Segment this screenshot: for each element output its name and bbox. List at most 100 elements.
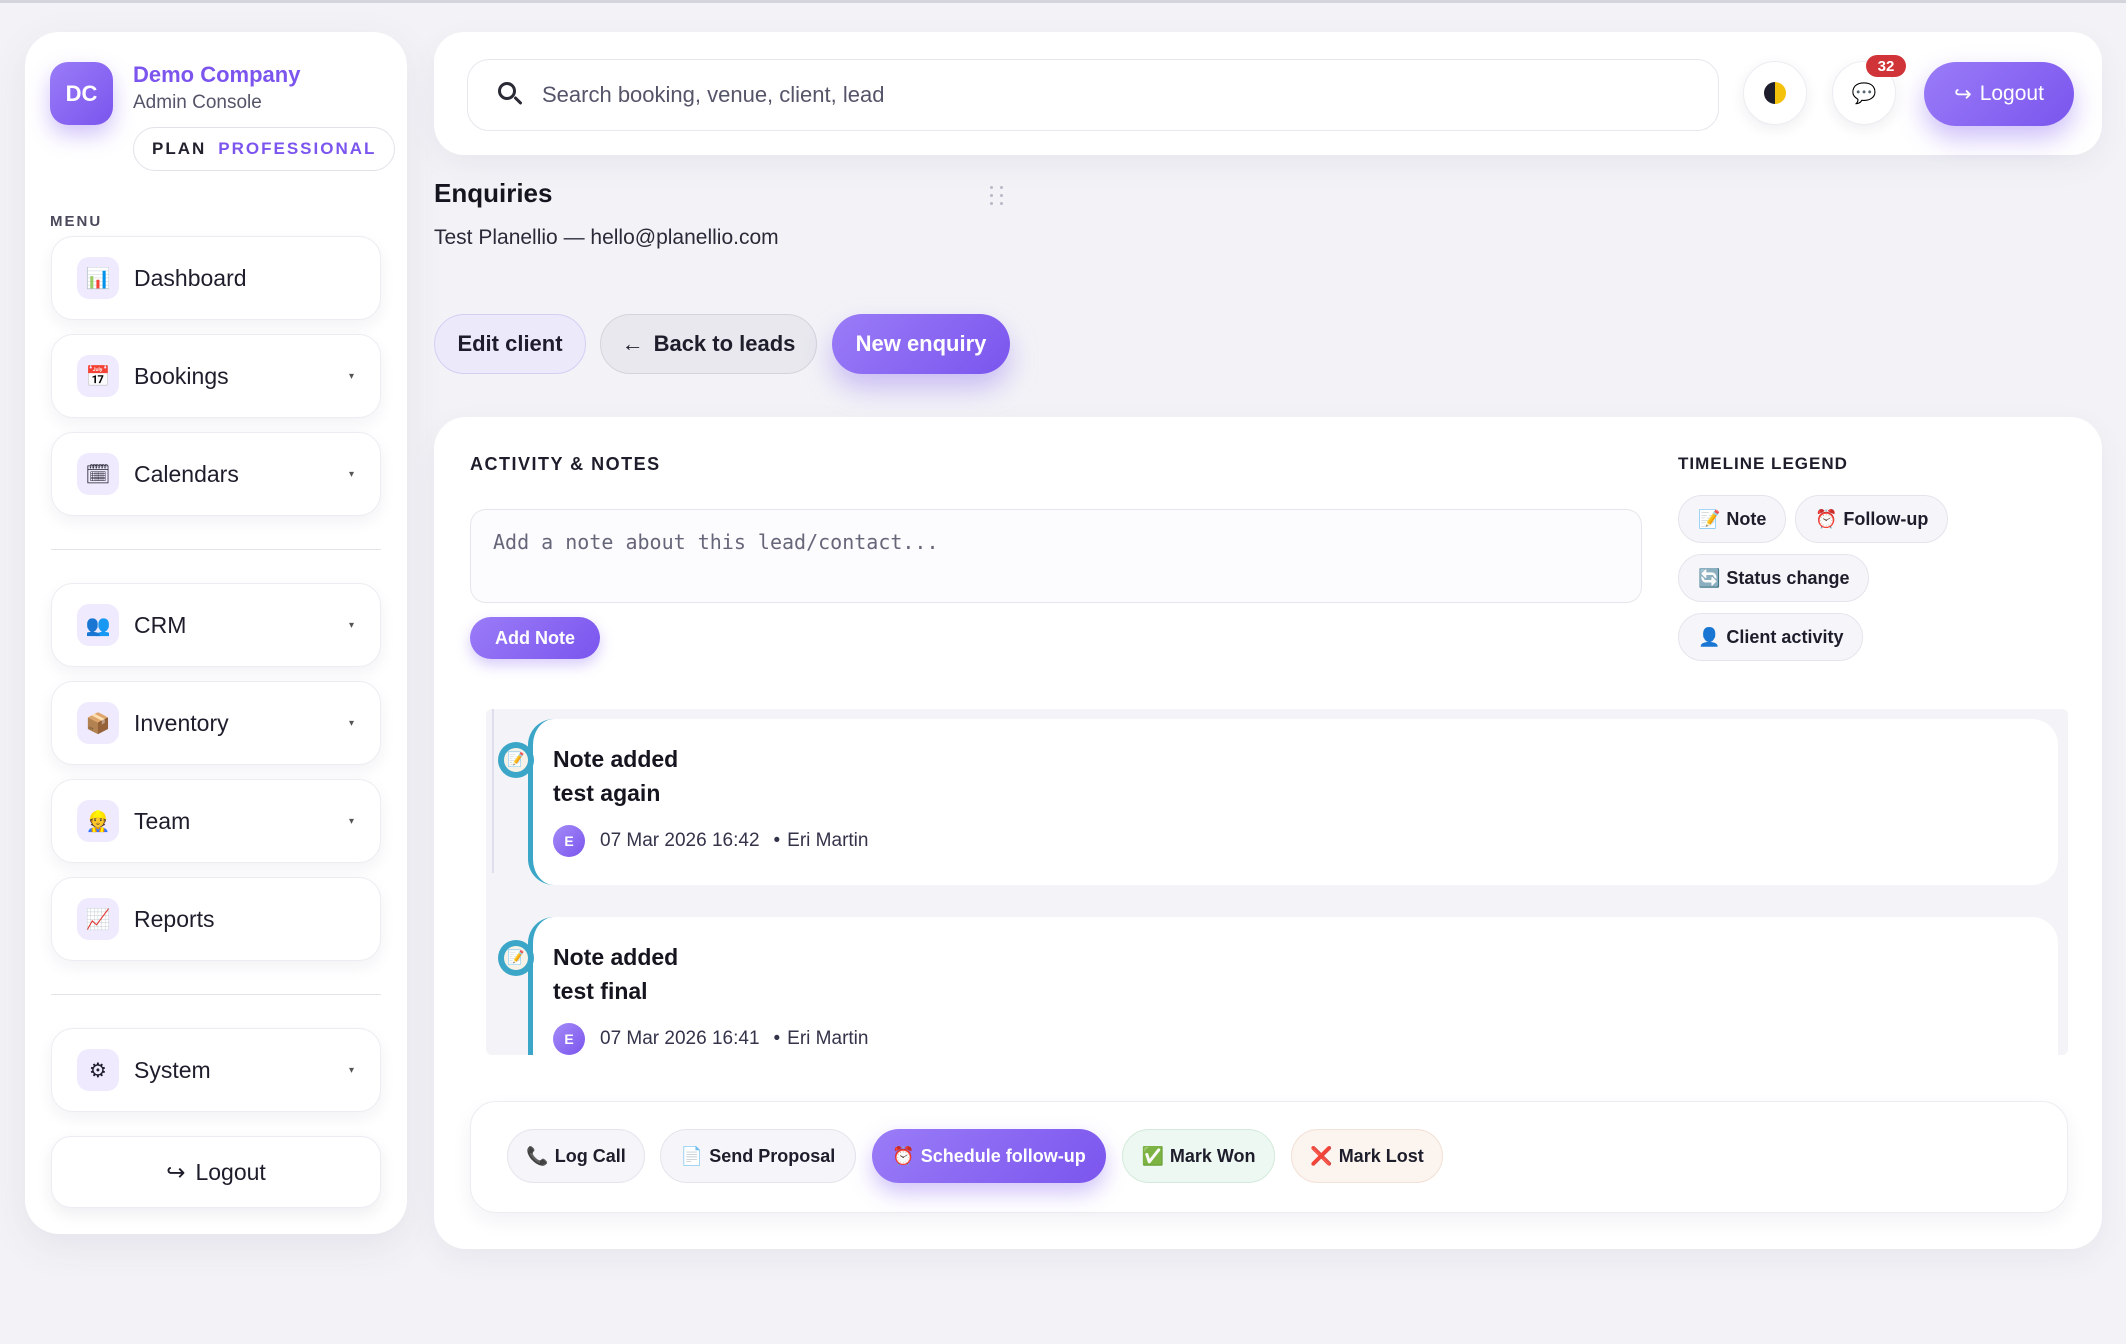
meta-separator: • bbox=[773, 1028, 781, 1049]
timeline-entry: Note added test final E 07 Mar 2026 16:4… bbox=[528, 917, 2058, 1055]
avatar: E bbox=[553, 825, 585, 857]
quick-actions-bar: 📞 Log Call 📄 Send Proposal ⏰ Schedule fo… bbox=[470, 1101, 2068, 1213]
sidebar-item-label: Dashboard bbox=[134, 264, 247, 291]
log-call-button[interactable]: 📞 Log Call bbox=[507, 1129, 645, 1183]
divider bbox=[51, 549, 381, 550]
refresh-icon: 🔄 bbox=[1698, 567, 1721, 589]
team-member-icon: 👷 bbox=[77, 800, 119, 842]
sidebar-item-calendars[interactable]: 🗓 Calendars ▾ bbox=[51, 432, 381, 516]
send-proposal-button[interactable]: 📄 Send Proposal bbox=[660, 1129, 856, 1183]
sidebar-item-inventory[interactable]: 📦 Inventory ▾ bbox=[51, 681, 381, 765]
plan-key: PLAN bbox=[152, 139, 207, 158]
company-subtitle: Admin Console bbox=[133, 92, 262, 113]
memo-icon: 📝 bbox=[504, 946, 528, 970]
action-label: Log Call bbox=[554, 1145, 626, 1166]
schedule-follow-up-button[interactable]: ⏰ Schedule follow-up bbox=[872, 1129, 1106, 1183]
sidebar-item-team[interactable]: 👷 Team ▾ bbox=[51, 779, 381, 863]
sidebar: DC Demo Company Admin Console PLAN PROFE… bbox=[25, 32, 407, 1234]
action-label: Schedule follow-up bbox=[920, 1145, 1086, 1166]
plan-value: PROFESSIONAL bbox=[218, 139, 377, 158]
top-bar: 💬 32 ↪ Logout bbox=[434, 32, 2102, 155]
calendar-icon: 📅 bbox=[77, 355, 119, 397]
note-marker-icon: 📝 bbox=[498, 940, 534, 976]
entry-body: test final bbox=[553, 978, 648, 1004]
box-icon: 📦 bbox=[77, 702, 119, 744]
legend-label: Note bbox=[1726, 508, 1767, 529]
entry-title: Note added bbox=[553, 746, 679, 772]
theme-toggle-button[interactable] bbox=[1743, 61, 1807, 125]
company-avatar: DC bbox=[50, 62, 113, 125]
cross-icon: ❌ bbox=[1310, 1145, 1333, 1167]
sidebar-item-crm[interactable]: 👥 CRM ▾ bbox=[51, 583, 381, 667]
entry-timestamp: 07 Mar 2026 16:41 bbox=[600, 1028, 760, 1049]
search-input[interactable] bbox=[542, 82, 1642, 108]
trend-chart-icon: 📈 bbox=[77, 898, 119, 940]
entry-body: test again bbox=[553, 780, 661, 806]
chevron-down-icon[interactable]: ▾ bbox=[349, 718, 354, 729]
chevron-down-icon[interactable]: ▾ bbox=[349, 816, 354, 827]
plan-badge: PLAN PROFESSIONAL bbox=[133, 127, 396, 171]
entry-author: Eri Martin bbox=[787, 1028, 869, 1049]
action-label: Send Proposal bbox=[709, 1145, 836, 1166]
section-title: ACTIVITY & NOTES bbox=[470, 454, 661, 474]
divider bbox=[51, 994, 381, 995]
timeline[interactable]: Note added test again E 07 Mar 2026 16:4… bbox=[486, 709, 2068, 1055]
sidebar-item-label: Bookings bbox=[134, 362, 229, 389]
note-input[interactable] bbox=[470, 509, 1642, 603]
new-enquiry-button[interactable]: New enquiry bbox=[832, 314, 1010, 374]
entry-timestamp: 07 Mar 2026 16:42 bbox=[600, 830, 760, 851]
action-label: Mark Lost bbox=[1338, 1145, 1424, 1166]
sidebar-item-label: System bbox=[134, 1056, 211, 1083]
add-note-button[interactable]: Add Note bbox=[470, 617, 600, 659]
sidebar-item-label: Team bbox=[134, 807, 191, 834]
chat-bubble-icon: 💬 bbox=[1851, 81, 1877, 105]
logout-button[interactable]: ↪ Logout bbox=[1924, 62, 2074, 126]
legend-title: TIMELINE LEGEND bbox=[1678, 454, 1848, 473]
mark-lost-button[interactable]: ❌ Mark Lost bbox=[1291, 1129, 1443, 1183]
sidebar-item-bookings[interactable]: 📅 Bookings ▾ bbox=[51, 334, 381, 418]
search-icon bbox=[496, 80, 526, 110]
legend-label: Status change bbox=[1726, 567, 1850, 588]
sidebar-logout-button[interactable]: ↪ Logout bbox=[51, 1136, 381, 1208]
entry-title: Note added bbox=[553, 944, 679, 970]
edit-client-button[interactable]: Edit client bbox=[434, 314, 586, 374]
page-title: Enquiries bbox=[434, 178, 553, 208]
legend-chip-follow-up: ⏰ Follow-up bbox=[1795, 495, 1949, 543]
search-box[interactable] bbox=[467, 59, 1719, 131]
person-icon: 👤 bbox=[1698, 626, 1721, 648]
chevron-down-icon[interactable]: ▾ bbox=[349, 620, 354, 631]
chevron-down-icon[interactable]: ▾ bbox=[349, 371, 354, 382]
arrow-left-icon: ← bbox=[621, 331, 644, 356]
gear-icon: ⚙ bbox=[77, 1049, 119, 1091]
activity-card: ACTIVITY & NOTES Add Note TIMELINE LEGEN… bbox=[434, 417, 2102, 1249]
drag-handle-icon[interactable] bbox=[990, 186, 1008, 206]
chevron-down-icon[interactable]: ▾ bbox=[349, 1065, 354, 1076]
people-icon: 👥 bbox=[77, 604, 119, 646]
entry-meta: E 07 Mar 2026 16:42 • Eri Martin bbox=[553, 825, 868, 857]
back-to-leads-button[interactable]: ← Back to leads bbox=[600, 314, 817, 374]
check-icon: ✅ bbox=[1141, 1145, 1164, 1167]
action-label: Mark Won bbox=[1169, 1145, 1256, 1166]
meta-separator: • bbox=[773, 830, 781, 851]
sidebar-item-system[interactable]: ⚙ System ▾ bbox=[51, 1028, 381, 1112]
sidebar-item-label: Inventory bbox=[134, 709, 229, 736]
chevron-down-icon[interactable]: ▾ bbox=[349, 469, 354, 480]
logout-icon: ↪ bbox=[166, 1158, 186, 1185]
sidebar-item-label: Reports bbox=[134, 905, 215, 932]
logout-label: Logout bbox=[1979, 82, 2044, 105]
mark-won-button[interactable]: ✅ Mark Won bbox=[1122, 1129, 1275, 1183]
legend-label: Client activity bbox=[1726, 626, 1844, 647]
legend-label: Follow-up bbox=[1843, 508, 1929, 529]
sidebar-item-dashboard[interactable]: 📊 Dashboard bbox=[51, 236, 381, 320]
note-marker-icon: 📝 bbox=[498, 742, 534, 778]
sidebar-item-reports[interactable]: 📈 Reports bbox=[51, 877, 381, 961]
logout-label: Logout bbox=[195, 1158, 266, 1185]
entry-meta: E 07 Mar 2026 16:41 • Eri Martin bbox=[553, 1023, 868, 1055]
timeline-line bbox=[492, 709, 494, 873]
avatar: E bbox=[553, 1023, 585, 1055]
sidebar-item-label: Calendars bbox=[134, 460, 239, 487]
theme-icon bbox=[1764, 82, 1786, 104]
document-icon: 📄 bbox=[680, 1145, 704, 1167]
alarm-clock-icon: ⏰ bbox=[1815, 508, 1838, 530]
legend-chip-status-change: 🔄 Status change bbox=[1678, 554, 1870, 602]
